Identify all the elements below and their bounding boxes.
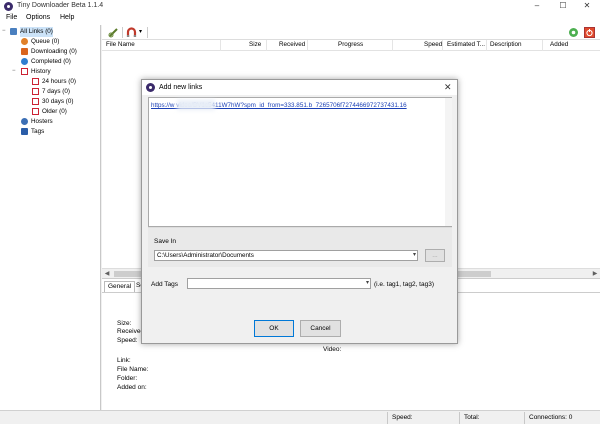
toolbar-divider [122,27,123,38]
window-title: Tiny Downloader Beta 1.1.4 [17,2,104,9]
chevron-down-icon[interactable]: ▾ [413,251,416,260]
queue-icon [21,38,28,45]
browse-button[interactable]: ... [425,249,445,262]
tags-combobox[interactable]: ▾ [187,278,371,289]
column-estimated-time[interactable]: Estimated T... [447,41,485,48]
column-divider[interactable] [307,40,308,51]
status-divider [459,412,460,424]
video-label: Video: [323,346,342,353]
column-divider[interactable] [392,40,393,51]
menu-options[interactable]: Options [26,14,50,21]
calendar-icon [21,68,28,75]
column-divider[interactable] [266,40,267,51]
calendar-icon [32,78,39,85]
tree-label: 7 days (0) [42,88,70,95]
add-links-dialog: Add new links ✕ https://w video/BV1c5411… [141,79,458,344]
menu-help[interactable]: Help [60,14,74,21]
redacted-text [177,100,215,110]
grid-header: File Name Size Received Progress Speed E… [102,40,600,51]
app-logo-icon [146,83,155,92]
column-divider[interactable] [220,40,221,51]
status-speed: Speed: [392,414,413,421]
calendar-icon [32,98,39,105]
links-icon [10,28,17,35]
app-logo-icon [4,2,13,11]
add-tags-label: Add Tags [151,281,178,288]
add-link-button[interactable] [108,27,119,38]
folder-label: Folder: [117,375,138,382]
dialog-title-bar: Add new links ✕ [142,80,457,95]
tree-label: Tags [31,128,45,135]
column-speed[interactable]: Speed [424,41,442,48]
column-divider[interactable] [542,40,543,51]
calendar-icon [32,88,39,95]
tree-label: Downloading (0) [31,48,77,55]
calendar-icon [32,108,39,115]
clipboard-monitor-button[interactable] [126,27,137,38]
column-divider[interactable] [486,40,487,51]
category-tree: − All Links (0) Queue (0) Downloading (0… [0,25,101,410]
close-button[interactable]: ✕ [574,0,600,13]
speed-label: Speed: [117,337,138,344]
shutdown-button[interactable] [584,27,595,38]
column-added[interactable]: Added [550,41,568,48]
maximize-button[interactable]: ☐ [550,0,576,13]
toolbar: ▾ [102,25,600,40]
vertical-scrollbar[interactable] [445,98,452,226]
link-icon [108,28,118,38]
tree-label: 30 days (0) [42,98,74,105]
gear-icon [569,28,578,37]
save-in-section: Save In C:\Users\Administrator\Documents… [148,227,452,267]
column-size[interactable]: Size [249,41,261,48]
globe-icon [21,118,28,125]
file-name-label: File Name: [117,366,149,373]
tree-label: Older (0) [42,108,67,115]
size-label: Size: [117,320,132,327]
chevron-down-icon[interactable]: ▾ [366,279,369,288]
power-icon [584,27,595,38]
tab-general[interactable]: General [104,281,136,292]
save-in-label: Save In [154,238,177,245]
column-description[interactable]: Description [490,41,522,48]
status-divider [524,412,525,424]
tree-label: Completed (0) [31,58,71,65]
menu-bar: File Options Help [0,13,600,25]
links-textarea[interactable]: https://w video/BV1c5411W7hW?spm_id_from… [148,97,452,227]
status-connections: Connections: 0 [529,414,573,421]
cancel-button[interactable]: Cancel [300,320,341,337]
dialog-title: Add new links [159,84,203,91]
magnet-icon [126,27,137,37]
download-arrow-icon [21,48,28,55]
link-label: Link: [117,357,131,364]
completed-icon [21,58,28,65]
column-divider[interactable] [442,40,443,51]
column-progress[interactable]: Progress [338,41,363,48]
dialog-close-button[interactable]: ✕ [444,82,452,93]
column-file-name[interactable]: File Name [106,41,135,48]
ok-button[interactable]: OK [254,320,294,337]
tree-label: History [31,68,51,75]
title-bar: Tiny Downloader Beta 1.1.4 – ☐ ✕ [0,0,600,13]
tags-hint: (i.e. tag1, tag2, tag3) [374,281,434,288]
menu-file[interactable]: File [6,14,17,21]
save-path-value: C:\Users\Administrator\Documents [157,252,254,259]
status-total: Total: [464,414,480,421]
collapse-icon[interactable]: − [2,28,8,35]
tree-label: 24 hours (0) [42,78,76,85]
chevron-down-icon[interactable]: ▾ [139,28,142,35]
tree-label: Hosters [31,118,53,125]
collapse-icon[interactable]: − [12,68,18,75]
tag-icon [21,128,28,135]
status-divider [387,412,388,424]
added-on-label: Added on: [117,384,147,391]
tree-label: Queue (0) [31,38,60,45]
tree-label: All Links (0) [20,27,53,37]
toolbar-divider [147,27,148,38]
minimize-button[interactable]: – [524,0,550,13]
status-bar: Speed: Total: Connections: 0 [0,410,600,424]
column-received[interactable]: Received [279,41,305,48]
settings-button[interactable] [568,27,579,38]
save-path-combobox[interactable]: C:\Users\Administrator\Documents ▾ [154,250,418,261]
